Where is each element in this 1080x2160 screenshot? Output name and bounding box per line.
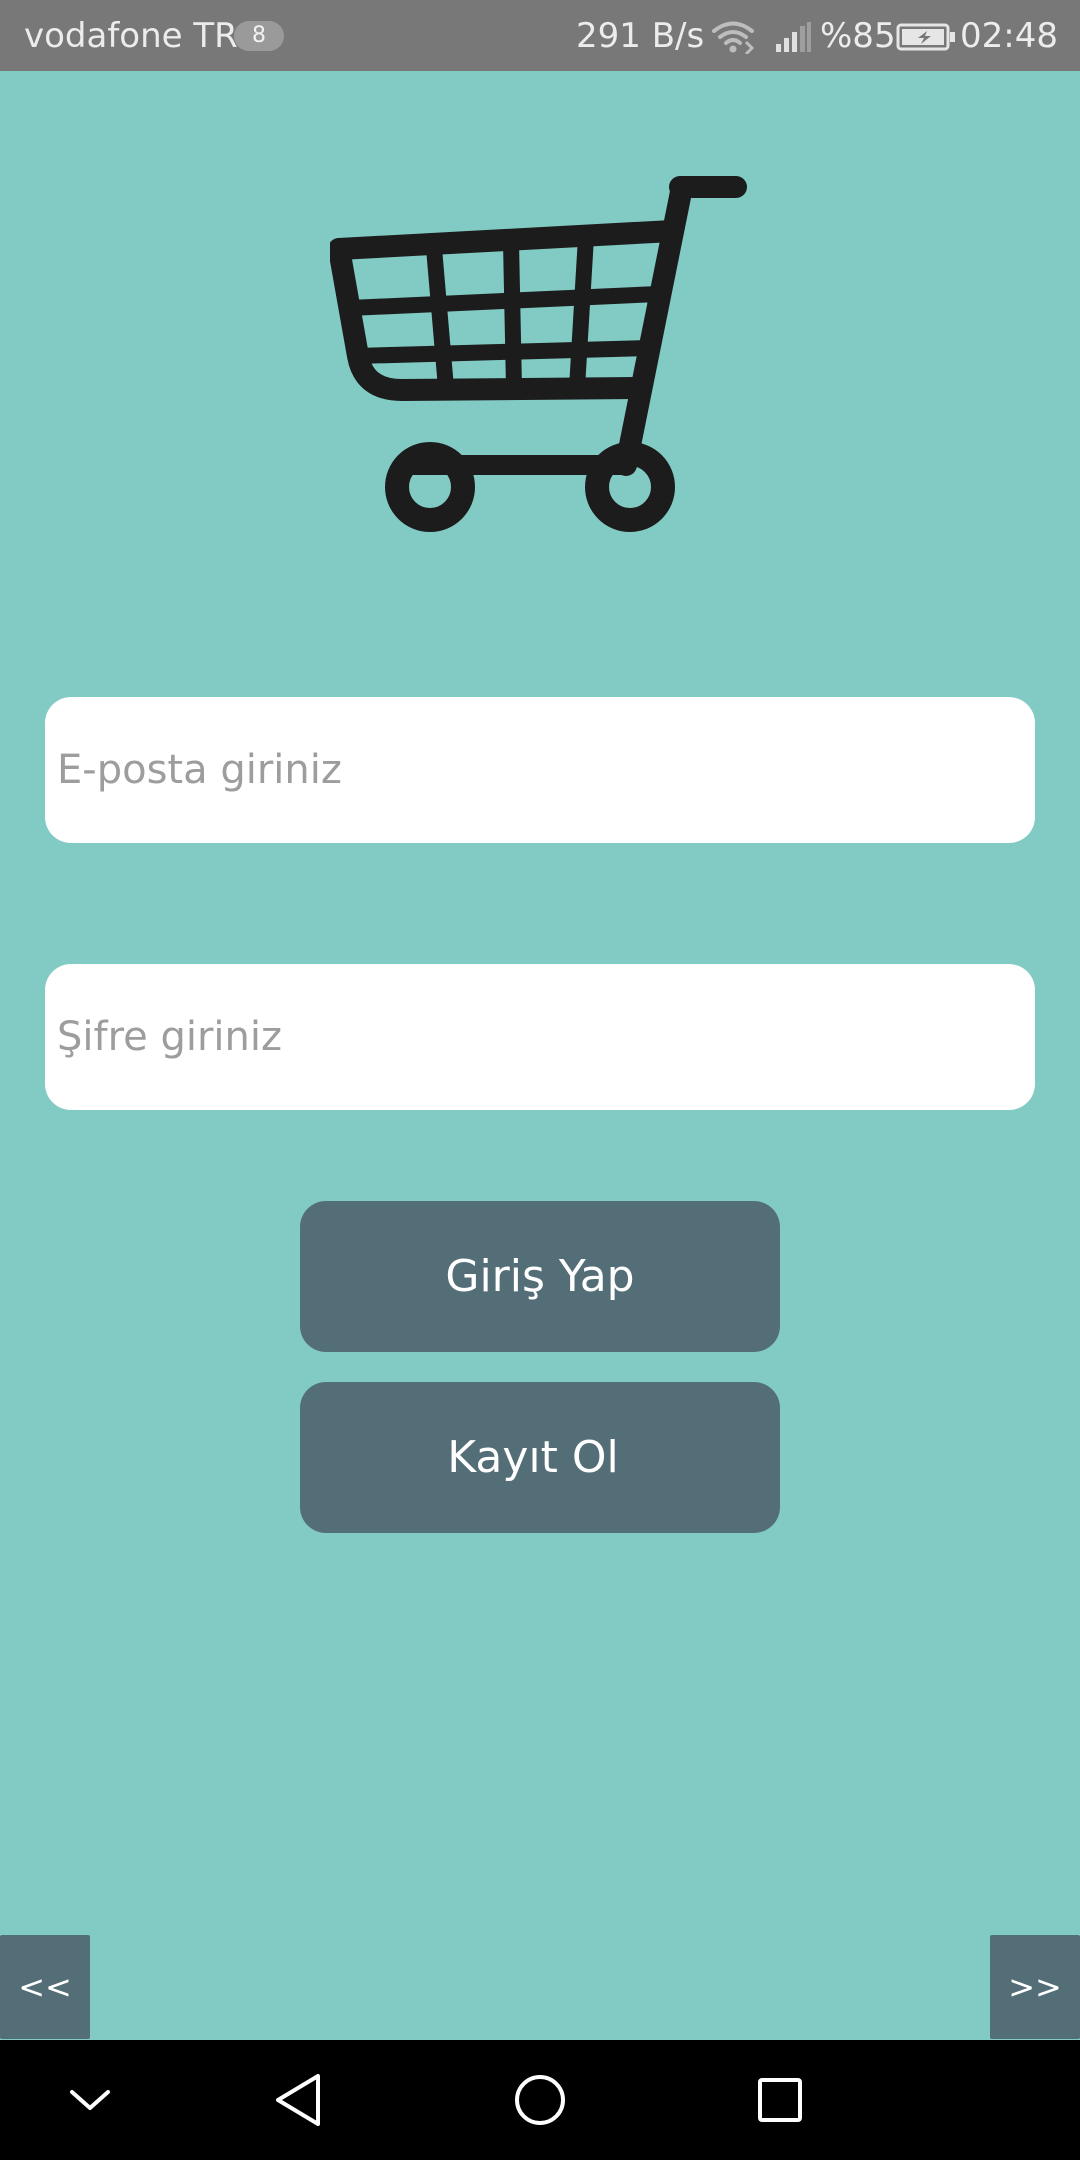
battery-percent: %85 bbox=[820, 16, 896, 56]
clock: 02:48 bbox=[960, 16, 1058, 56]
recents-icon[interactable] bbox=[740, 2060, 820, 2140]
email-field[interactable] bbox=[45, 697, 1035, 843]
home-icon[interactable] bbox=[500, 2060, 580, 2140]
back-icon[interactable] bbox=[260, 2060, 340, 2140]
login-button-label: Giriş Yap bbox=[445, 1251, 635, 1302]
next-page-label: >> bbox=[1008, 1968, 1062, 2006]
hide-keyboard-icon[interactable] bbox=[50, 2060, 130, 2140]
register-button[interactable]: Kayıt Ol bbox=[300, 1382, 780, 1533]
password-field[interactable] bbox=[45, 964, 1035, 1110]
shopping-cart-icon bbox=[330, 176, 747, 532]
network-speed: 291 B/s bbox=[576, 16, 705, 56]
previous-page-label: << bbox=[18, 1968, 72, 2006]
previous-page-button[interactable]: << bbox=[0, 1935, 90, 2039]
register-button-label: Kayıt Ol bbox=[447, 1432, 619, 1483]
wifi-icon bbox=[712, 21, 754, 54]
system-navigation-bar bbox=[0, 2040, 1080, 2160]
next-page-button[interactable]: >> bbox=[990, 1935, 1080, 2039]
carrier-name: vodafone TR bbox=[24, 16, 238, 56]
email-input[interactable] bbox=[57, 697, 1017, 843]
password-input[interactable] bbox=[57, 964, 1017, 1110]
signal-icon bbox=[776, 22, 811, 52]
notification-badge: 8 bbox=[234, 21, 284, 51]
login-button[interactable]: Giriş Yap bbox=[300, 1201, 780, 1352]
battery-charging-icon bbox=[896, 23, 955, 51]
status-bar: vodafone TR 8 291 B/s %85 02:48 bbox=[0, 0, 1080, 71]
